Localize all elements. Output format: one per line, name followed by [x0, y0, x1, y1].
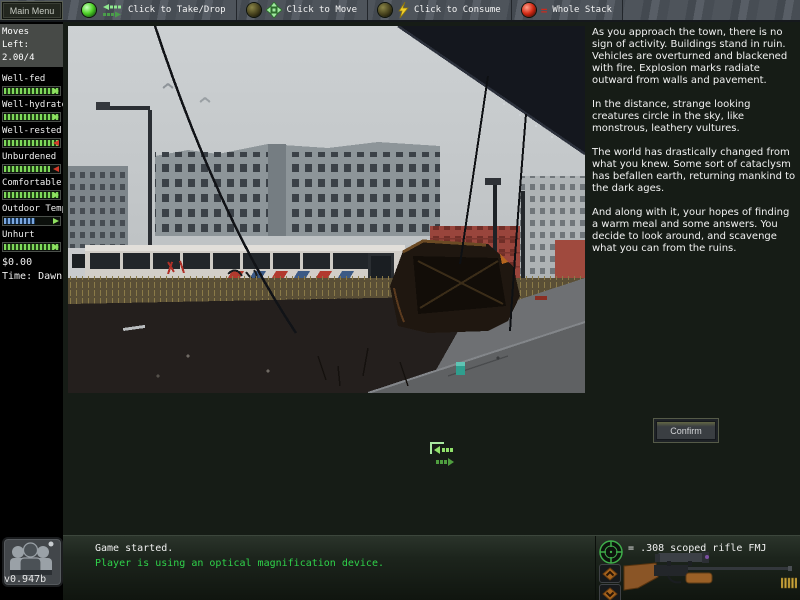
game-screen: Click to Take/Drop Click to Move: [0, 0, 800, 600]
condition-label: Outdoor Temp: [0, 203, 63, 215]
encounter-text-panel: As you approach the town, there is no si…: [592, 27, 796, 267]
dark-orb-icon: [378, 3, 392, 17]
status-sidebar: Moves Left: 2.00/4 Well-fed Well-hydrate…: [0, 22, 63, 600]
time-of-day: Time: Dawn: [0, 270, 63, 284]
instruction-whole-stack: = Whole Stack: [512, 0, 623, 20]
version-label: v0.947b: [4, 574, 46, 585]
message-log: Game started. Player is using an optical…: [95, 541, 384, 571]
instruction-row: Click to Take/Drop Click to Move: [72, 0, 623, 20]
condition-bar: [2, 242, 61, 252]
main-menu-button[interactable]: Main Menu: [2, 2, 62, 19]
top-instruction-bar: Click to Take/Drop Click to Move: [0, 0, 800, 22]
story-paragraph: As you approach the town, there is no si…: [592, 27, 796, 87]
condition-bar: [2, 138, 61, 148]
equals-icon: =: [541, 4, 548, 17]
condition-label: Unburdened: [0, 151, 63, 163]
condition-label: Well-hydrated: [0, 99, 63, 111]
arrow-left-icon: [53, 140, 59, 146]
held-item-panel: = .308 scoped rifle FMJ: [595, 536, 800, 600]
moves-left-block: Moves Left: 2.00/4: [0, 24, 63, 67]
take-drop-arrows-icon: [101, 3, 123, 18]
condition-bar: [2, 190, 61, 200]
condition-bar: [2, 86, 61, 96]
log-line: Player is using an optical magnification…: [95, 556, 384, 571]
ruined-city-illustration: [68, 26, 585, 393]
cycle-down-button[interactable]: [599, 584, 621, 600]
story-paragraph: And along with it, your hopes of finding…: [592, 207, 796, 255]
encounter-scene-image[interactable]: [68, 26, 585, 393]
arrow-right-icon: [53, 114, 59, 120]
confirm-button[interactable]: Confirm: [654, 419, 718, 442]
lightning-icon: [397, 2, 409, 18]
instruction-label: Click to Move: [287, 5, 357, 15]
bottom-bar: Game started. Player is using an optical…: [63, 535, 800, 600]
arrow-left-icon: [53, 166, 59, 172]
arrow-right-icon: [53, 88, 59, 94]
money-value: $0.00: [0, 256, 63, 270]
condition-label: Well-fed: [0, 73, 63, 85]
dark-orb-icon: [247, 3, 261, 17]
instruction-label: Whole Stack: [552, 5, 612, 15]
move-cross-icon: [266, 2, 282, 18]
condition-label: Unhurt: [0, 229, 63, 241]
instruction-move: Click to Move: [237, 0, 368, 20]
log-line: Game started.: [95, 541, 384, 556]
arrow-right-icon: [53, 192, 59, 198]
green-orb-icon: [82, 3, 96, 17]
condition-label: Well-rested: [0, 125, 63, 137]
bullets-icon: [781, 576, 797, 589]
story-paragraph: In the distance, strange looking creatur…: [592, 99, 796, 135]
rifle-item-image[interactable]: [622, 550, 794, 600]
ammo-stack[interactable]: x3: [781, 576, 800, 589]
instruction-label: Click to Consume: [414, 5, 501, 15]
condition-list: Well-fed Well-hydrated Well-rested Unbur…: [0, 73, 63, 252]
condition-bar: [2, 112, 61, 122]
instruction-consume: Click to Consume: [368, 0, 512, 20]
orange-up-arrow-icon: [602, 567, 618, 581]
arrow-right-icon: [53, 244, 59, 250]
take-drop-cursor-icon: [424, 438, 458, 474]
story-paragraph: The world has drastically changed from w…: [592, 147, 796, 195]
condition-bar: [2, 164, 61, 174]
moves-left-value: 2.00/4: [2, 52, 61, 65]
condition-bar: [2, 216, 61, 226]
cycle-up-button[interactable]: [599, 564, 621, 583]
moves-left-label: Moves Left:: [2, 26, 61, 52]
red-orb-icon: [522, 3, 536, 17]
instruction-label: Click to Take/Drop: [128, 5, 226, 15]
arrow-right-icon: [53, 218, 59, 224]
condition-label: Comfortable: [0, 177, 63, 189]
orange-down-arrow-icon: [602, 587, 618, 600]
instruction-take-drop: Click to Take/Drop: [72, 0, 237, 20]
